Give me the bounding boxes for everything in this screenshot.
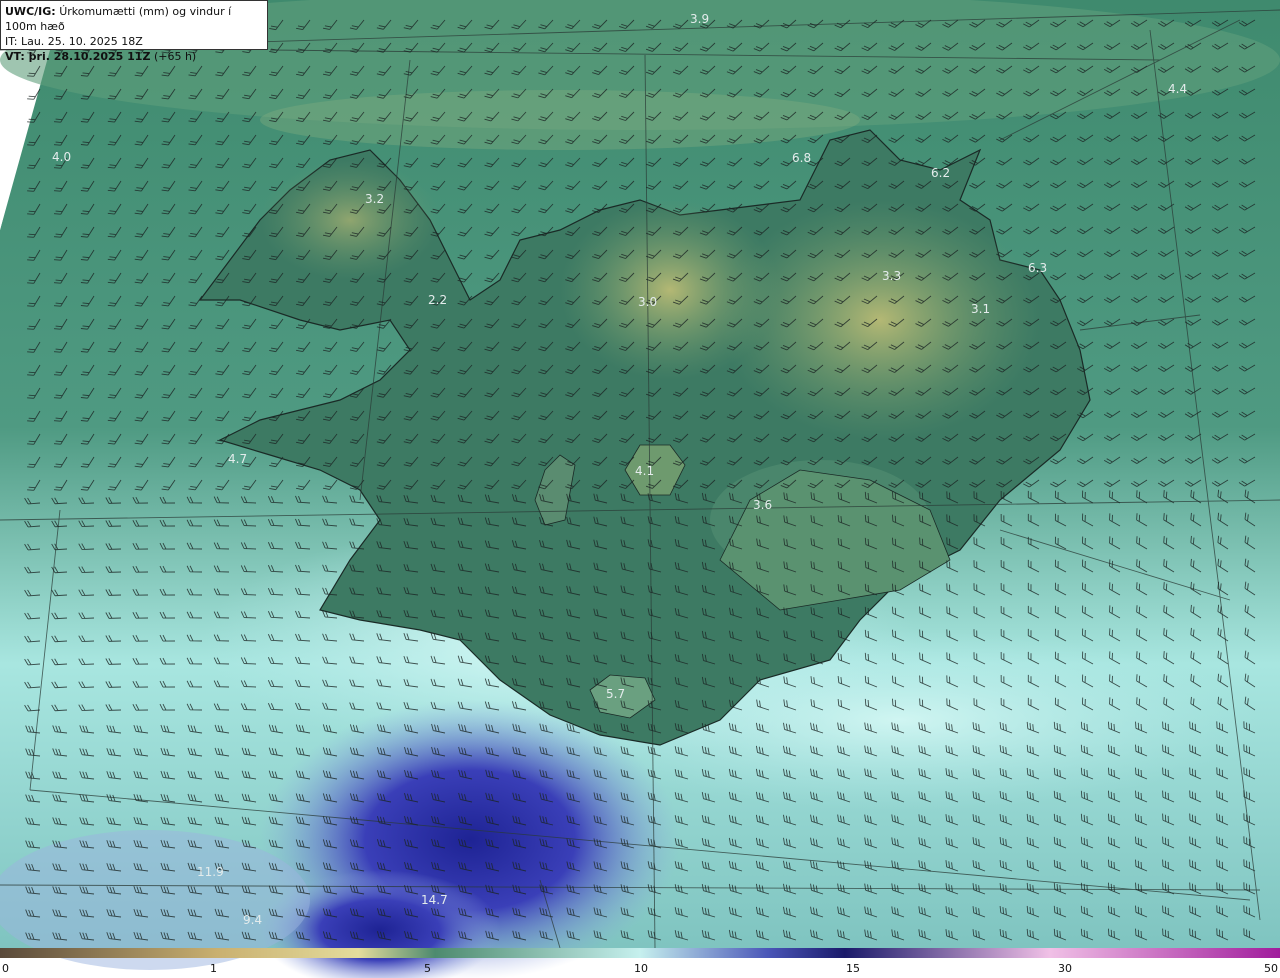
valid-time: VT: þri. 28.10.2025 11Z	[5, 50, 151, 63]
value-label-southwest-sea: 11.9	[197, 865, 224, 879]
value-label-east-coast: 6.3	[1028, 261, 1047, 275]
value-label-north-coast: 6.8	[792, 151, 811, 165]
model-name: UWC/IG:	[5, 5, 56, 18]
legend-tick: 15	[846, 962, 860, 975]
value-label-east-highlands: 3.1	[971, 302, 990, 316]
value-label-northwest-sea: 4.0	[52, 150, 71, 164]
value-label-northeast-highlands: 3.3	[882, 269, 901, 283]
value-label-northeast-sea: 4.4	[1168, 82, 1187, 96]
value-label-south-sea-2: 9.4	[243, 913, 262, 927]
legend-tick: 50	[1264, 962, 1278, 975]
legend-tick: 5	[424, 962, 431, 975]
lead-time: (+65 h)	[153, 50, 197, 63]
legend-tick: 30	[1058, 962, 1072, 975]
init-time: IT: Lau. 25. 10. 2025 18Z	[5, 35, 143, 48]
value-label-langanes: 6.2	[931, 166, 950, 180]
value-label-hofsjokull: 4.1	[635, 464, 654, 478]
title-line: UWC/IG: Úrkomumætti (mm) og vindur í 100…	[5, 4, 263, 34]
legend-tick: 10	[634, 962, 648, 975]
precipitation-map: 3.9 4.4 4.0 6.8 6.2 3.2 3.3 6.3 2.2 3.0 3.1 4.7 4.1 3…	[0, 0, 1280, 978]
map-info-box: UWC/IG: Úrkomumætti (mm) og vindur í 100…	[0, 0, 268, 63]
value-label-vatnajokull: 3.6	[753, 498, 772, 512]
value-label-myrdalsjokull: 5.7	[606, 687, 625, 701]
value-label-westfjords-south: 2.2	[428, 293, 447, 307]
value-label-north: 3.9	[690, 12, 709, 26]
legend-colorbar	[0, 948, 1280, 958]
value-label-westfjords: 3.2	[365, 192, 384, 206]
legend-tick: 1	[210, 962, 217, 975]
value-label-west-sea: 4.7	[228, 452, 247, 466]
value-label-south-sea: 14.7	[421, 893, 448, 907]
valid-time-line: VT: þri. 28.10.2025 11Z (+65 h)	[5, 49, 263, 64]
value-label-north-central: 3.0	[638, 295, 657, 309]
legend-tick: 0	[2, 962, 9, 975]
